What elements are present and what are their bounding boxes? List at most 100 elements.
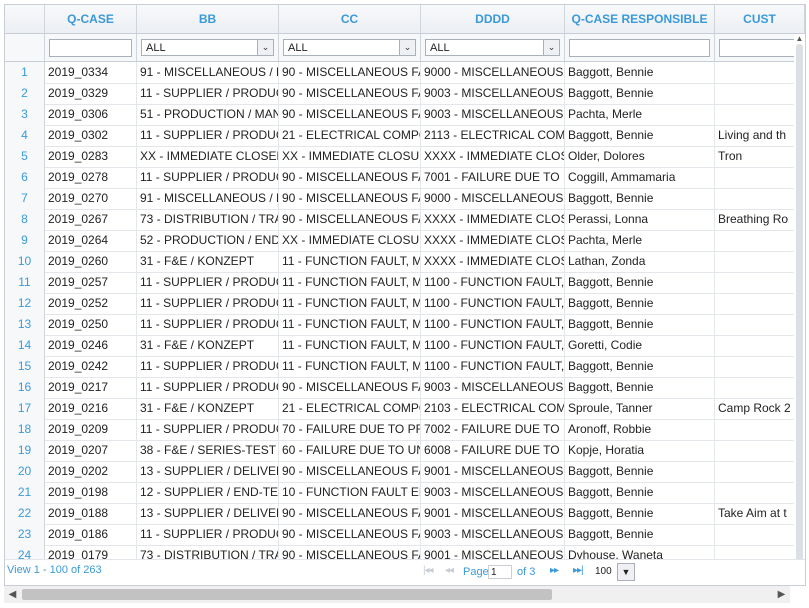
cell-bb: 52 - PRODUCTION / END <box>137 230 279 251</box>
table-row[interactable]: 17 2019_0216 31 - F&E / KONZEPT 21 - ELECTR… <box>5 398 805 420</box>
cell-resp: Lathan, Zonda <box>565 251 715 272</box>
filter-select-bb[interactable]: ALL ⌄ <box>141 39 274 56</box>
filter-cell-cust <box>715 34 805 61</box>
cell-qcase: 2019_0246 <box>45 335 137 356</box>
cell-bb: 13 - SUPPLIER / DELIVER <box>137 461 279 482</box>
horizontal-scrollbar[interactable]: ◀ ▶ <box>4 586 790 603</box>
filter-cell-resp <box>565 34 715 61</box>
table-row[interactable]: 19 2019_0207 38 - F&E / SERIES-TEST 60 - FA… <box>5 440 805 462</box>
cell-cc: 90 - MISCELLANEOUS FA <box>279 209 421 230</box>
column-header-bb[interactable]: BB <box>137 5 279 33</box>
cell-dddd: 9001 - MISCELLANEOUS <box>421 461 565 482</box>
filter-select-value: ALL <box>146 42 166 54</box>
table-row[interactable]: 23 2019_0186 11 - SUPPLIER / PRODUC 90 - MI… <box>5 524 805 546</box>
table-row[interactable]: 10 2019_0260 31 - F&E / KONZEPT 11 - FUNCTI… <box>5 251 805 273</box>
first-page-icon[interactable]: |◂◂ <box>423 565 434 576</box>
table-row[interactable]: 2 2019_0329 11 - SUPPLIER / PRODUC 90 - MIS… <box>5 83 805 105</box>
cell-qcase: 2019_0216 <box>45 398 137 419</box>
cell-cc: 90 - MISCELLANEOUS FA <box>279 62 421 83</box>
cell-dddd: 9000 - MISCELLANEOUS <box>421 62 565 83</box>
column-header-cc[interactable]: CC <box>279 5 421 33</box>
scroll-right-icon[interactable]: ▶ <box>773 586 790 603</box>
table-row[interactable]: 3 2019_0306 51 - PRODUCTION / MAN 90 - MISC… <box>5 104 805 126</box>
table-row[interactable]: 24 2019_0179 73 - DISTRIBUTION / TRA 90 - M… <box>5 545 805 559</box>
table-row[interactable]: 12 2019_0252 11 - SUPPLIER / PRODUC 11 - FU… <box>5 293 805 315</box>
table-row[interactable]: 14 2019_0246 31 - F&E / KONZEPT 11 - FUNCTI… <box>5 335 805 357</box>
cell-qcase: 2019_0306 <box>45 104 137 125</box>
chevron-down-icon[interactable]: ▼ <box>617 563 635 581</box>
cell-cust <box>715 251 805 272</box>
row-number: 15 <box>5 356 45 377</box>
cell-bb: 12 - SUPPLIER / END-TE <box>137 482 279 503</box>
table-row[interactable]: 11 2019_0257 11 - SUPPLIER / PRODUC 11 - FU… <box>5 272 805 294</box>
cell-resp: Baggott, Bennie <box>565 314 715 335</box>
cell-qcase: 2019_0217 <box>45 377 137 398</box>
cell-cust <box>715 440 805 461</box>
vertical-scrollbar[interactable]: ▲ <box>794 34 805 564</box>
column-header-qcase[interactable]: Q-CASE <box>45 5 137 33</box>
row-number: 16 <box>5 377 45 398</box>
table-row[interactable]: 7 2019_0270 91 - MISCELLANEOUS / M 90 - MIS… <box>5 188 805 210</box>
cell-resp: Dyhouse, Waneta <box>565 545 715 559</box>
data-grid: Q-CASE BB CC DDDD Q-CASE RESPONSIBLE CUST ALL… <box>4 4 806 586</box>
cell-cc: 11 - FUNCTION FAULT, MI <box>279 251 421 272</box>
table-row[interactable]: 9 2019_0264 52 - PRODUCTION / END XX - IMME… <box>5 230 805 252</box>
page-size-select[interactable]: 100 <box>595 564 617 580</box>
row-number: 11 <box>5 272 45 293</box>
table-row[interactable]: 5 2019_0283 XX - IMMEDIATE CLOSED XX - IMME… <box>5 146 805 168</box>
column-header-cust[interactable]: CUST <box>715 5 805 33</box>
prev-page-icon[interactable]: ◂◂ <box>445 565 454 576</box>
table-row[interactable]: 21 2019_0198 12 - SUPPLIER / END-TE 10 - FU… <box>5 482 805 504</box>
table-row[interactable]: 6 2019_0278 11 - SUPPLIER / PRODUC 90 - MIS… <box>5 167 805 189</box>
cell-bb: 31 - F&E / KONZEPT <box>137 251 279 272</box>
page-number-input[interactable]: 1 <box>488 565 512 579</box>
chevron-down-icon[interactable]: ⌄ <box>257 40 273 55</box>
column-header-rn[interactable] <box>5 5 45 33</box>
table-row[interactable]: 22 2019_0188 13 - SUPPLIER / DELIVER 90 - M… <box>5 503 805 525</box>
cell-qcase: 2019_0270 <box>45 188 137 209</box>
cell-bb: 73 - DISTRIBUTION / TRA <box>137 545 279 559</box>
table-row[interactable]: 1 2019_0334 91 - MISCELLANEOUS / M 90 - MIS… <box>5 62 805 84</box>
row-number: 23 <box>5 524 45 545</box>
cell-cc: 11 - FUNCTION FAULT, MI <box>279 293 421 314</box>
table-row[interactable]: 15 2019_0242 11 - SUPPLIER / PRODUC 11 - FU… <box>5 356 805 378</box>
table-row[interactable]: 4 2019_0302 11 - SUPPLIER / PRODUC 21 - ELE… <box>5 125 805 147</box>
last-page-icon[interactable]: ▸▸| <box>573 565 584 576</box>
table-row[interactable]: 20 2019_0202 13 - SUPPLIER / DELIVER 90 - M… <box>5 461 805 483</box>
cell-bb: 11 - SUPPLIER / PRODUC <box>137 314 279 335</box>
table-row[interactable]: 16 2019_0217 11 - SUPPLIER / PRODUC 90 - MI… <box>5 377 805 399</box>
chevron-down-icon[interactable]: ⌄ <box>543 40 559 55</box>
cell-dddd: 9003 - MISCELLANEOUS <box>421 377 565 398</box>
scroll-left-icon[interactable]: ◀ <box>4 586 21 603</box>
horizontal-scroll-thumb[interactable] <box>22 589 552 600</box>
filter-input-cust[interactable] <box>719 39 800 57</box>
table-row[interactable]: 8 2019_0267 73 - DISTRIBUTION / TRA 90 - MI… <box>5 209 805 231</box>
cell-dddd: XXXX - IMMEDIATE CLOSU <box>421 209 565 230</box>
cell-qcase: 2019_0242 <box>45 356 137 377</box>
column-header-dddd[interactable]: DDDD <box>421 5 565 33</box>
filter-input-resp[interactable] <box>569 39 710 57</box>
chevron-down-icon[interactable]: ⌄ <box>399 40 415 55</box>
cell-cust <box>715 272 805 293</box>
cell-cust <box>715 293 805 314</box>
cell-bb: 11 - SUPPLIER / PRODUC <box>137 125 279 146</box>
filter-select-cc[interactable]: ALL ⌄ <box>283 39 416 56</box>
page-total: of 3 <box>517 566 536 578</box>
filter-select-dddd[interactable]: ALL ⌄ <box>425 39 560 56</box>
cell-qcase: 2019_0250 <box>45 314 137 335</box>
cell-qcase: 2019_0198 <box>45 482 137 503</box>
cell-qcase: 2019_0179 <box>45 545 137 559</box>
row-number: 9 <box>5 230 45 251</box>
table-row[interactable]: 13 2019_0250 11 - SUPPLIER / PRODUC 11 - FU… <box>5 314 805 336</box>
filter-input-qcase[interactable] <box>49 39 132 57</box>
vertical-scroll-thumb[interactable] <box>796 44 803 564</box>
cell-qcase: 2019_0278 <box>45 167 137 188</box>
cell-qcase: 2019_0257 <box>45 272 137 293</box>
row-number: 4 <box>5 125 45 146</box>
table-row[interactable]: 18 2019_0209 11 - SUPPLIER / PRODUC 70 - FA… <box>5 419 805 441</box>
column-header-resp[interactable]: Q-CASE RESPONSIBLE <box>565 5 715 33</box>
cell-bb: 11 - SUPPLIER / PRODUC <box>137 419 279 440</box>
next-page-icon[interactable]: ▸▸ <box>550 565 559 576</box>
cell-cc: 90 - MISCELLANEOUS FA <box>279 83 421 104</box>
cell-resp: Baggott, Bennie <box>565 503 715 524</box>
